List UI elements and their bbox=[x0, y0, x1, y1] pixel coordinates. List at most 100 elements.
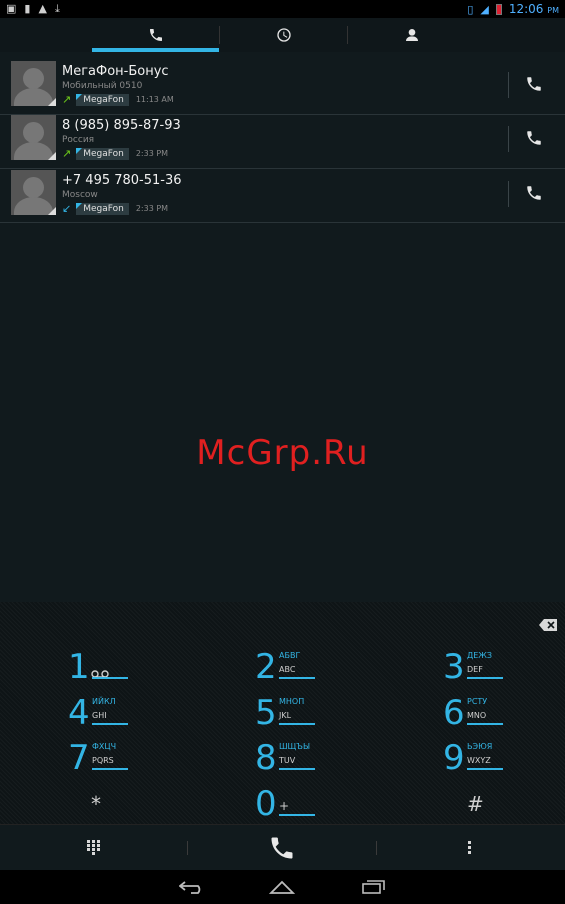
dialer-action-bar bbox=[0, 824, 565, 871]
key-letters-latin: GHI bbox=[92, 711, 107, 720]
key-letters-latin: WXYZ bbox=[467, 756, 491, 765]
call-back-button[interactable] bbox=[525, 129, 543, 147]
overflow-menu-button[interactable] bbox=[450, 825, 490, 871]
dial-key-3[interactable]: 3 ДЕЖЗ DEF bbox=[443, 645, 533, 689]
dial-key-0[interactable]: 0 + bbox=[255, 782, 345, 826]
phone-icon bbox=[527, 186, 541, 200]
outgoing-call-icon: ↗ bbox=[62, 93, 72, 106]
call-back-button[interactable] bbox=[525, 75, 543, 93]
dial-key-8[interactable]: 8 ШЩЪЫ TUV bbox=[255, 736, 345, 780]
key-letters-latin: TUV bbox=[279, 756, 296, 765]
voicemail-icon bbox=[91, 663, 109, 678]
recent-apps-button[interactable] bbox=[354, 870, 394, 904]
avatar[interactable] bbox=[11, 170, 56, 215]
phone-icon bbox=[149, 29, 162, 41]
digits-field[interactable] bbox=[0, 602, 565, 640]
dial-key-2[interactable]: 2 АБВГ ABC bbox=[255, 645, 345, 689]
sd-card-icon: ▮ bbox=[24, 2, 31, 15]
key-digit: 9 bbox=[443, 738, 465, 778]
key-digit: 5 bbox=[255, 693, 277, 733]
signal-icon: ◢ bbox=[480, 2, 489, 16]
call-log-row[interactable]: +7 495 780-51-36 Moscow ↙ MegaFon 2:33 P… bbox=[0, 168, 565, 223]
dial-key-9[interactable]: 9 ЬЭЮЯ WXYZ bbox=[443, 736, 533, 780]
key-digit: 6 bbox=[443, 693, 465, 733]
key-digit: 0 bbox=[255, 784, 277, 824]
contact-name: МегаФон-Бонус bbox=[62, 64, 169, 79]
dialpad-toggle-button[interactable] bbox=[74, 825, 114, 871]
overflow-menu-icon bbox=[468, 841, 471, 854]
backspace-button[interactable] bbox=[539, 616, 557, 631]
call-log-row[interactable]: 8 (985) 895-87-93 Россия ↗ MegaFon 2:33 … bbox=[0, 114, 565, 169]
dial-key-1[interactable]: 1 bbox=[68, 645, 158, 689]
status-notifications: ▣ ▮ ▲ ⤓ bbox=[6, 2, 60, 16]
key-digit: 7 bbox=[68, 738, 90, 778]
contact-detail: Moscow bbox=[62, 190, 98, 200]
key-letters-cyrillic: РСТУ bbox=[467, 697, 488, 706]
person-icon bbox=[405, 29, 418, 41]
battery-icon bbox=[495, 3, 502, 15]
key-digit: 1 bbox=[68, 647, 90, 687]
vibrate-icon: ▯ bbox=[467, 2, 474, 16]
contact-name: +7 495 780-51-36 bbox=[62, 173, 182, 188]
status-bar: ▣ ▮ ▲ ⤓ ▯ ◢ 12:06 PM bbox=[0, 0, 565, 18]
phone-icon bbox=[527, 131, 541, 145]
call-log-list: МегаФон-Бонус Мобильный 0510 ↗ MegaFon 1… bbox=[0, 52, 565, 602]
key-digit: 2 bbox=[255, 647, 277, 687]
incoming-call-icon: ↙ bbox=[62, 202, 72, 215]
backspace-icon bbox=[539, 619, 557, 631]
dial-key-6[interactable]: 6 РСТУ MNO bbox=[443, 691, 533, 735]
call-info: ↗ MegaFon 11:13 AM bbox=[62, 93, 174, 106]
key-letters-cyrillic: ШЩЪЫ bbox=[279, 742, 311, 751]
dial-key-5[interactable]: 5 МНОП JKL bbox=[255, 691, 345, 735]
key-letters-latin: DEF bbox=[467, 665, 483, 674]
key-digit: 3 bbox=[443, 647, 465, 687]
contact-detail: Мобильный 0510 bbox=[62, 81, 143, 91]
tab-call-log[interactable] bbox=[220, 18, 347, 52]
key-digit: 4 bbox=[68, 693, 90, 733]
contact-detail: Россия bbox=[62, 135, 95, 145]
phone-icon bbox=[527, 77, 541, 91]
contact-name: 8 (985) 895-87-93 bbox=[62, 118, 181, 133]
call-back-button[interactable] bbox=[525, 184, 543, 202]
key-letters-latin: JKL bbox=[279, 711, 292, 720]
key-letters-cyrillic: ЬЭЮЯ bbox=[467, 742, 493, 751]
system-navigation-bar bbox=[0, 870, 565, 904]
key-letters-cyrillic: ДЕЖЗ bbox=[467, 651, 493, 660]
call-button[interactable] bbox=[262, 825, 302, 871]
watermark: McGrp.Ru bbox=[196, 433, 369, 473]
key-letters-latin: MNO bbox=[467, 711, 487, 720]
back-button[interactable] bbox=[172, 870, 212, 904]
dial-key-star[interactable]: * bbox=[91, 782, 181, 826]
dialpad-icon bbox=[87, 840, 100, 855]
home-icon bbox=[269, 880, 295, 894]
call-time: 11:13 AM bbox=[135, 95, 174, 104]
tab-phone[interactable] bbox=[92, 18, 219, 52]
key-letters-latin: + bbox=[279, 799, 290, 813]
download-icon: ⤓ bbox=[54, 2, 60, 15]
status-time: 12:06 PM bbox=[508, 2, 559, 16]
call-time: 2:33 PM bbox=[135, 204, 169, 213]
tab-bar bbox=[0, 18, 565, 52]
dial-key-hash[interactable]: # bbox=[467, 782, 557, 826]
dial-key-4[interactable]: 4 ИЙКЛ GHI bbox=[68, 691, 158, 735]
key-digit: * bbox=[91, 792, 101, 816]
outgoing-call-icon: ↗ bbox=[62, 147, 72, 160]
call-info: ↙ MegaFon 2:33 PM bbox=[62, 202, 168, 215]
dialpad: 1 2 АБВГ ABC 3 ДЕЖЗ DEF 4 ИЙКЛ GHI 5 МНО… bbox=[0, 602, 565, 824]
avatar[interactable] bbox=[11, 61, 56, 106]
home-button[interactable] bbox=[262, 870, 302, 904]
key-letters-latin: PQRS bbox=[92, 756, 114, 765]
avatar[interactable] bbox=[11, 115, 56, 160]
call-log-row[interactable]: МегаФон-Бонус Мобильный 0510 ↗ MegaFon 1… bbox=[0, 60, 565, 115]
status-system: ▯ ◢ 12:06 PM bbox=[467, 2, 559, 16]
key-letters-cyrillic: ИЙКЛ bbox=[92, 697, 116, 706]
tab-contacts[interactable] bbox=[348, 18, 475, 52]
carrier-badge: MegaFon bbox=[76, 93, 129, 106]
phone-icon bbox=[271, 837, 293, 859]
clock-icon bbox=[276, 28, 291, 42]
key-letters-cyrillic: МНОП bbox=[279, 697, 305, 706]
back-icon bbox=[179, 881, 201, 894]
call-time: 2:33 PM bbox=[135, 149, 169, 158]
dial-key-7[interactable]: 7 ФХЦЧ PQRS bbox=[68, 736, 158, 780]
key-digit: 8 bbox=[255, 738, 277, 778]
